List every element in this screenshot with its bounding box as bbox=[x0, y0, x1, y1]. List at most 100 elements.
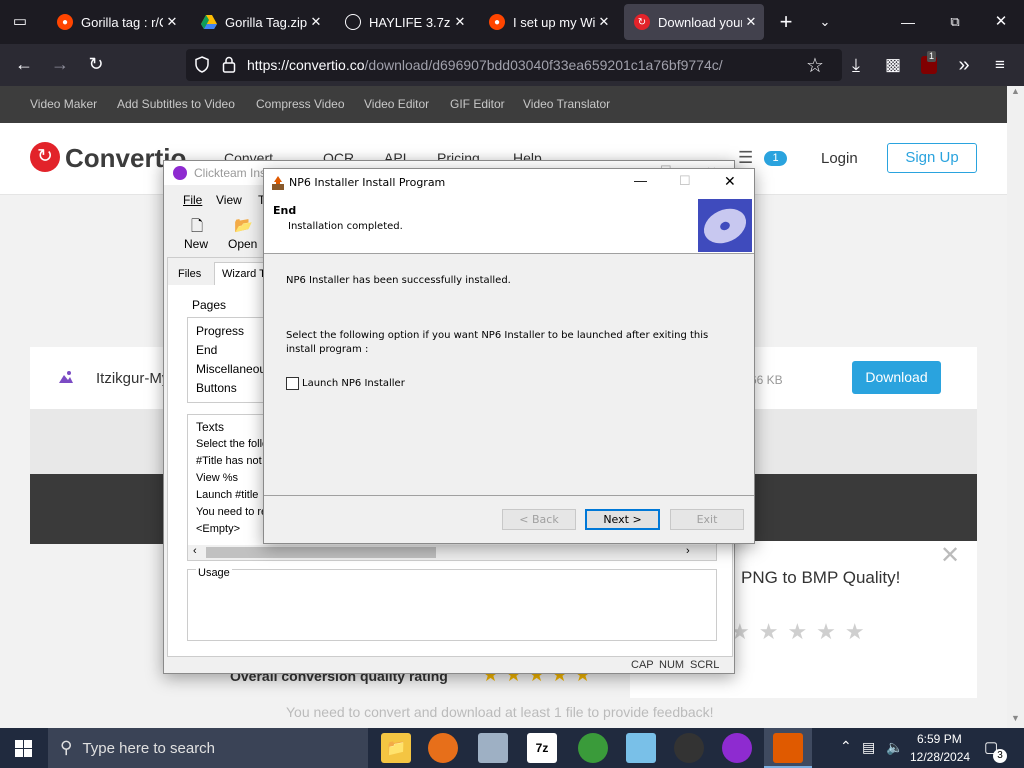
open-folder-icon[interactable]: 📂 bbox=[234, 216, 253, 234]
pages-label: Pages bbox=[192, 298, 227, 312]
search-placeholder: Type here to search bbox=[82, 739, 216, 757]
tray-chevron-up-icon[interactable]: ⌃ bbox=[840, 738, 852, 755]
clickteam-icon[interactable] bbox=[722, 733, 752, 763]
tab-convertio-download[interactable]: ↻ Download your ✕ bbox=[624, 4, 764, 40]
close-icon[interactable]: ✕ bbox=[742, 14, 760, 30]
menu-view[interactable]: View bbox=[216, 193, 242, 207]
xbox-icon[interactable] bbox=[578, 733, 608, 763]
installer-header-subtitle: Installation completed. bbox=[288, 221, 403, 232]
minimize-button[interactable]: — bbox=[894, 8, 922, 36]
close-icon[interactable]: ✕ bbox=[595, 14, 613, 30]
horizontal-scrollbar[interactable]: ‹ › bbox=[188, 545, 716, 560]
tab-overview-icon[interactable]: ▭ bbox=[6, 8, 34, 36]
tab-files[interactable]: Files bbox=[173, 265, 206, 283]
windows-start-icon[interactable] bbox=[15, 740, 32, 757]
tab-haylife[interactable]: HAYLIFE 3.7z ~ p ✕ bbox=[335, 4, 473, 40]
tab-gorilla-zip[interactable]: Gorilla Tag.zip - G ✕ bbox=[191, 4, 329, 40]
download-button[interactable]: Download bbox=[852, 361, 941, 394]
clock-date[interactable]: 12/28/2024 bbox=[910, 750, 970, 764]
convertio-logo-icon[interactable]: ↻ bbox=[30, 142, 60, 172]
installer-titlebar[interactable]: NP6 Installer Install Program — ☐ ✕ bbox=[264, 169, 754, 197]
installer-divider bbox=[264, 495, 754, 496]
volume-icon[interactable]: 🔈 bbox=[886, 739, 903, 756]
close-icon[interactable]: ✕ bbox=[307, 14, 325, 30]
cd-disc-icon bbox=[698, 199, 752, 252]
window-close-button[interactable]: ✕ bbox=[987, 8, 1015, 36]
status-num: NUM bbox=[659, 659, 685, 671]
file-name: Itzikgur-My bbox=[96, 370, 170, 387]
downloads-icon[interactable]: ⤓ bbox=[842, 51, 870, 79]
google-drive-icon bbox=[201, 14, 217, 30]
tab-reddit-windows[interactable]: ● I set up my Win ✕ bbox=[479, 4, 617, 40]
feedback-title: PNG to BMP Quality! bbox=[741, 568, 901, 587]
topnav-add-subtitles[interactable]: Add Subtitles to Video bbox=[117, 97, 235, 111]
reddit-icon: ● bbox=[489, 14, 505, 30]
notepad-icon[interactable] bbox=[626, 733, 656, 763]
notification-badge: 3 bbox=[993, 749, 1007, 763]
rating-stars[interactable]: ★★★★★ bbox=[730, 619, 874, 645]
overflow-chevron-icon[interactable]: » bbox=[950, 51, 978, 79]
scroll-down-icon[interactable]: ▼ bbox=[1011, 713, 1020, 723]
stack-icon[interactable]: ☰ bbox=[738, 148, 753, 168]
restore-button[interactable]: ⧉ bbox=[941, 8, 969, 36]
clickteam-app-icon bbox=[173, 166, 187, 180]
installer-header: End Installation completed. bbox=[264, 197, 754, 254]
installer-icon[interactable] bbox=[773, 733, 803, 763]
topnav-compress-video[interactable]: Compress Video bbox=[256, 97, 345, 111]
scroll-thumb[interactable] bbox=[206, 547, 436, 558]
menu-file[interactable]: File bbox=[183, 193, 202, 207]
toolbar-open[interactable]: Open bbox=[228, 237, 257, 251]
new-tab-button[interactable]: + bbox=[772, 8, 800, 36]
gorilla-icon[interactable] bbox=[674, 733, 704, 763]
tab-gorilla-reddit[interactable]: ● Gorilla tag : r/Cr ✕ bbox=[47, 4, 185, 40]
topnav-video-translator[interactable]: Video Translator bbox=[523, 97, 610, 111]
lock-icon[interactable] bbox=[222, 56, 236, 73]
close-icon[interactable]: ✕ bbox=[940, 541, 960, 570]
close-icon[interactable]: ✕ bbox=[163, 14, 181, 30]
convertio-icon: ↻ bbox=[634, 14, 650, 30]
scroll-up-icon[interactable]: ▲ bbox=[1011, 86, 1020, 96]
close-icon[interactable]: ✕ bbox=[451, 14, 469, 30]
installer-title: NP6 Installer Install Program bbox=[289, 176, 446, 189]
back-arrow-icon[interactable]: ← bbox=[10, 50, 38, 78]
url-bar[interactable]: https://convertio.co/download/d696907bdd… bbox=[186, 49, 842, 81]
signup-button[interactable]: Sign Up bbox=[887, 143, 977, 173]
bookmark-star-icon[interactable]: ☆ bbox=[806, 53, 824, 78]
image-file-icon bbox=[58, 369, 74, 385]
minimize-button[interactable]: — bbox=[634, 173, 647, 188]
reddit-icon: ● bbox=[57, 14, 73, 30]
extensions-icon[interactable]: ▩ bbox=[879, 51, 907, 79]
forward-arrow-icon[interactable]: → bbox=[46, 50, 74, 78]
topnav-video-editor[interactable]: Video Editor bbox=[364, 97, 429, 111]
dialog-close-button[interactable]: ✕ bbox=[724, 173, 736, 190]
feedback-note: You need to convert and download at leas… bbox=[286, 704, 714, 720]
shield-icon[interactable] bbox=[194, 56, 210, 73]
network-icon[interactable]: ▤ bbox=[862, 739, 875, 756]
installer-option-text: Select the following option if you want … bbox=[286, 330, 709, 355]
scroll-left-icon[interactable]: ‹ bbox=[193, 545, 197, 557]
topnav-video-maker[interactable]: Video Maker bbox=[30, 97, 97, 111]
installer-dialog: NP6 Installer Install Program — ☐ ✕ End … bbox=[263, 168, 755, 544]
maximize-button: ☐ bbox=[679, 173, 691, 188]
control-panel-icon[interactable] bbox=[478, 733, 508, 763]
clock-time[interactable]: 6:59 PM bbox=[917, 732, 962, 746]
launch-checkbox[interactable] bbox=[286, 377, 299, 390]
reload-icon[interactable]: ↻ bbox=[82, 50, 110, 78]
7zip-icon[interactable]: 7z bbox=[527, 733, 557, 763]
scroll-right-icon[interactable]: › bbox=[686, 545, 690, 557]
site-top-nav: Video Maker Add Subtitles to Video Compr… bbox=[0, 86, 1007, 123]
ublock-extension-icon[interactable]: 1 bbox=[915, 51, 943, 79]
hamburger-menu-icon[interactable]: ≡ bbox=[986, 51, 1014, 79]
list-tabs-chevron-icon[interactable]: ⌄ bbox=[811, 8, 839, 36]
status-cap: CAP bbox=[631, 659, 654, 671]
firefox-icon[interactable] bbox=[428, 733, 458, 763]
next-button[interactable]: Next > bbox=[585, 509, 660, 530]
topnav-gif-editor[interactable]: GIF Editor bbox=[450, 97, 505, 111]
taskbar-search[interactable]: ⚲ Type here to search bbox=[48, 728, 368, 768]
file-explorer-icon[interactable]: 📁 bbox=[381, 733, 411, 763]
usage-box: Usage bbox=[187, 567, 717, 641]
launch-checkbox-label[interactable]: Launch NP6 Installer bbox=[302, 378, 405, 389]
login-link[interactable]: Login bbox=[821, 150, 858, 167]
page-scrollbar[interactable]: ▲ ▼ bbox=[1007, 86, 1024, 728]
toolbar-new[interactable]: New bbox=[184, 237, 208, 251]
